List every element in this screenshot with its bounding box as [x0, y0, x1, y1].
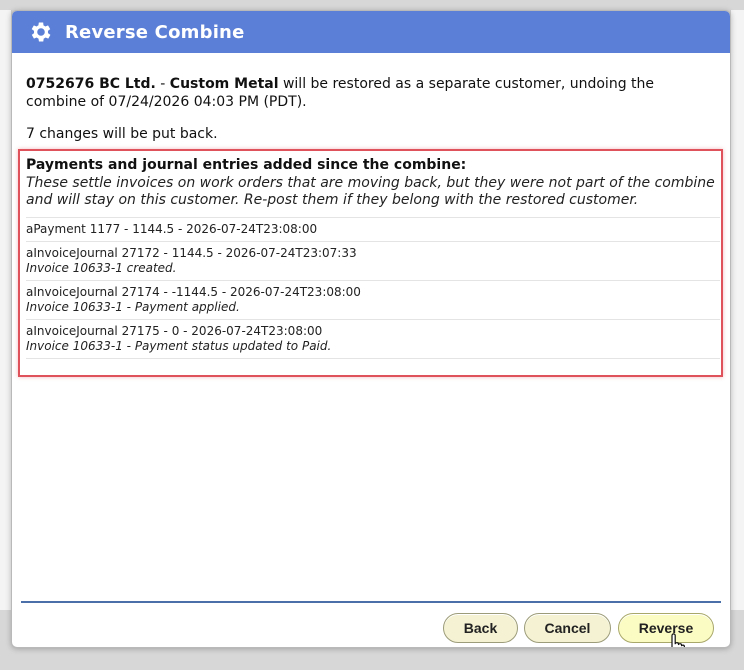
entries-heading: Payments and journal entries added since…	[26, 157, 467, 173]
entry-description: Invoice 10633-1 created.	[26, 261, 177, 275]
reverse-combine-dialog: Reverse Combine 0752676 BC Ltd. - Custom…	[11, 10, 731, 648]
entry-line: aInvoiceJournal 27172 - 1144.5 - 2026-07…	[26, 246, 357, 260]
entry-line: aInvoiceJournal 27175 - 0 - 2026-07-24T2…	[26, 324, 323, 338]
entry-item: aInvoiceJournal 27174 - -1144.5 - 2026-0…	[26, 281, 720, 320]
entry-line: aPayment 1177 - 1144.5 - 2026-07-24T23:0…	[26, 222, 318, 236]
entry-description: Invoice 10633-1 - Payment status updated…	[26, 339, 332, 353]
footer-divider	[21, 601, 721, 603]
dialog-title: Reverse Combine	[65, 21, 245, 43]
background-page-right-edge	[730, 10, 744, 610]
dialog-body: 0752676 BC Ltd. - Custom Metal will be r…	[26, 75, 718, 143]
entry-description: Invoice 10633-1 - Payment applied.	[26, 300, 240, 314]
cancel-button[interactable]: Cancel	[524, 613, 611, 643]
customer-separator: -	[155, 76, 170, 92]
dialog-titlebar: Reverse Combine	[12, 11, 730, 53]
entries-note: These settle invoices on work orders tha…	[26, 175, 720, 218]
customer-number: 0752676 BC Ltd.	[26, 76, 156, 92]
changes-count-text: 7 changes will be put back.	[26, 126, 218, 142]
gear-icon	[28, 19, 54, 45]
entry-line: aInvoiceJournal 27174 - -1144.5 - 2026-0…	[26, 285, 361, 299]
back-button[interactable]: Back	[443, 613, 518, 643]
customer-name: Custom Metal	[169, 76, 279, 92]
entries-section: Payments and journal entries added since…	[26, 156, 720, 359]
entry-item: aInvoiceJournal 27172 - 1144.5 - 2026-07…	[26, 242, 720, 281]
hand-pointer-icon	[665, 633, 687, 647]
entry-item: aInvoiceJournal 27175 - 0 - 2026-07-24T2…	[26, 320, 720, 359]
intro-message: 0752676 BC Ltd. - Custom Metal will be r…	[26, 75, 718, 111]
entry-item: aPayment 1177 - 1144.5 - 2026-07-24T23:0…	[26, 218, 720, 242]
